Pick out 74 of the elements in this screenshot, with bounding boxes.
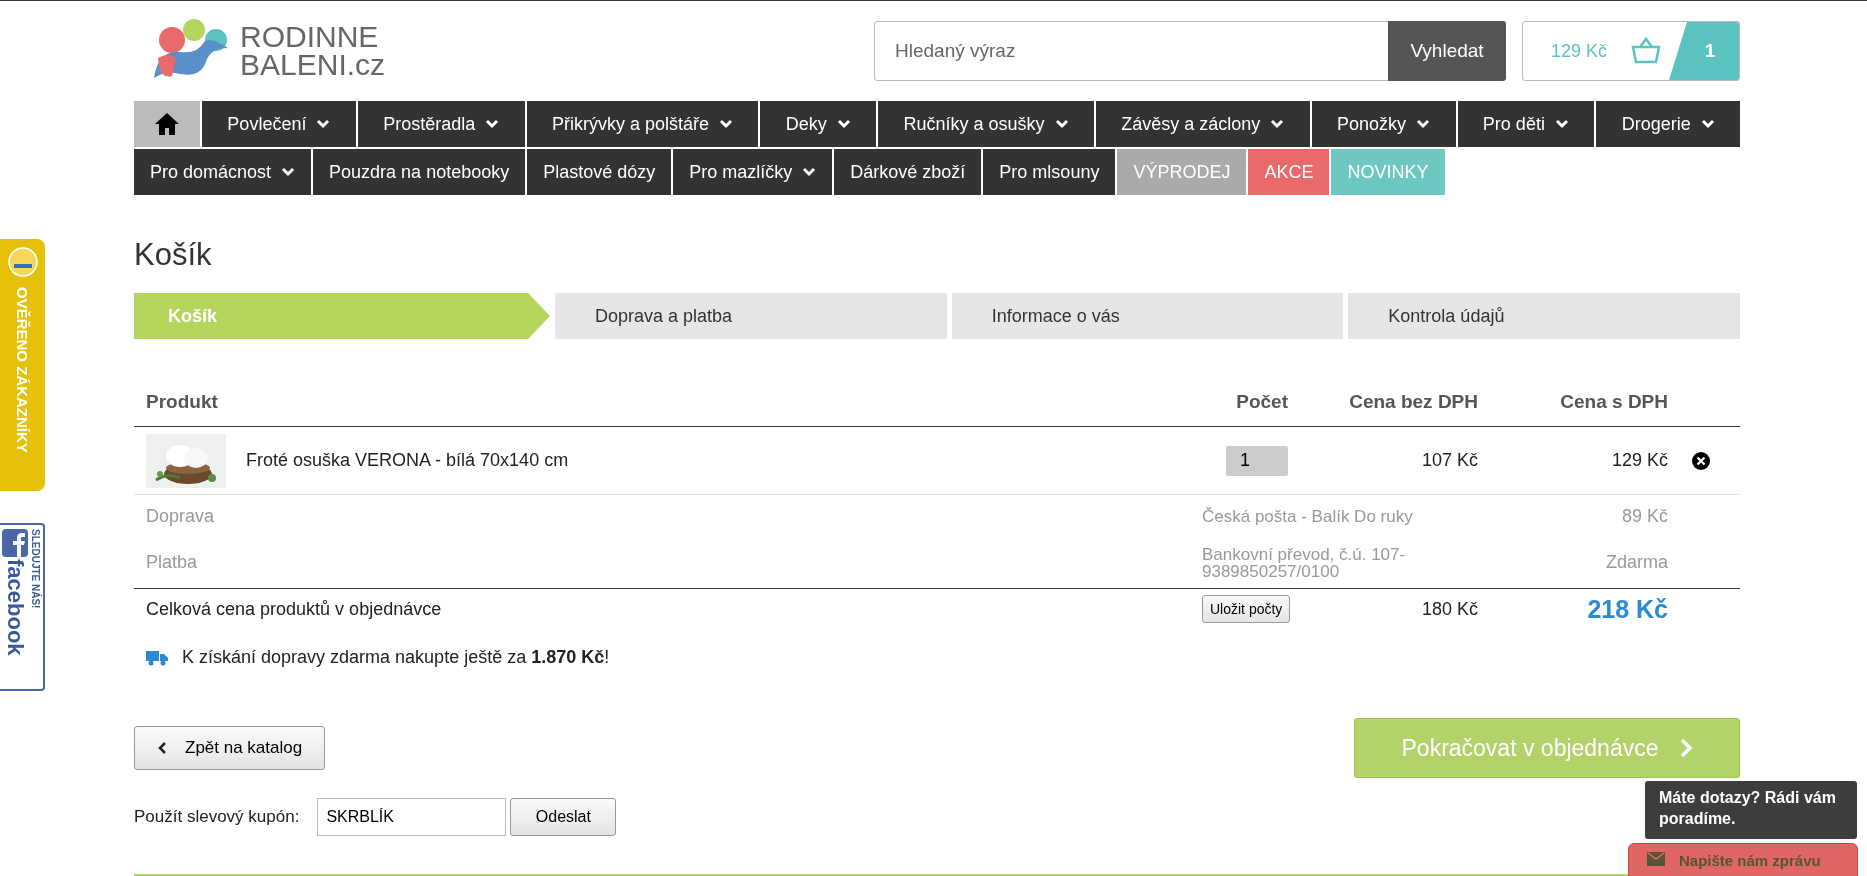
badge-text: facebook: [4, 559, 26, 656]
chevron-left-icon: [157, 741, 167, 755]
column-header: Cena bez DPH: [1300, 377, 1490, 427]
nav-link[interactable]: Plastové dózy: [527, 149, 672, 195]
chevron-down-icon: [1416, 119, 1431, 129]
back-button[interactable]: Zpět na katalog: [134, 726, 326, 770]
nav-link[interactable]: Pro děti: [1457, 101, 1595, 147]
chevron-down-icon: [1700, 119, 1715, 129]
nav-link[interactable]: Pouzdra na notebooky: [313, 149, 526, 195]
submit-coupon-button[interactable]: Odeslat: [510, 798, 617, 836]
price-gross: 129 Kč: [1611, 450, 1668, 471]
coupon-label: Použít slevový kupón:: [134, 807, 300, 827]
chevron-down-icon: [1270, 119, 1285, 129]
chevron-down-icon: [1054, 119, 1069, 129]
chevron-down-icon: [281, 167, 296, 177]
search-button[interactable]: Vyhledat: [1388, 21, 1506, 81]
nav-link[interactable]: Ponožky: [1311, 101, 1456, 147]
save-quantities-button[interactable]: Uložit počty: [1202, 595, 1291, 623]
facebook-icon: [2, 529, 28, 557]
summary-price: 89 Kč: [1621, 505, 1668, 527]
chevron-right-icon: [1678, 737, 1693, 759]
badge-text: SLEDUJTE NÁS!: [30, 529, 40, 609]
chevron-down-icon: [836, 119, 851, 129]
badge-text: OVĚŘENO ZÁKAZNÍKY: [15, 287, 30, 453]
summary-label: Platba: [146, 552, 198, 573]
summary-value: Bankovní převod, č.ú. 107-9389850257/0100: [1202, 545, 1407, 580]
total-label: Celková cena produktů v objednávce: [146, 598, 442, 620]
chat-tooltip: Máte dotazy? Rádi vám poradíme.: [1645, 781, 1857, 839]
seal-icon: [7, 247, 38, 277]
summary-value: Česká pošta - Balík Do ruky: [1202, 507, 1413, 525]
cart-total: 129 Kč: [1551, 40, 1608, 62]
chevron-down-icon: [1554, 119, 1569, 129]
nav-link[interactable]: Povlečení: [202, 101, 356, 147]
home-icon: [154, 112, 180, 136]
nav-link[interactable]: Deky: [760, 101, 877, 147]
checkout-step[interactable]: Informace o vás: [951, 293, 1344, 339]
basket-icon: [1631, 37, 1662, 65]
mail-icon: [1647, 852, 1665, 866]
home-tab[interactable]: [134, 101, 200, 147]
chevron-down-icon: [316, 119, 331, 129]
nav-link[interactable]: Prostěradla: [357, 101, 525, 147]
chevron-down-icon: [719, 119, 733, 129]
chevron-down-icon: [485, 119, 500, 129]
nav-link[interactable]: Drogerie: [1596, 101, 1741, 147]
page-title: Košík: [134, 237, 213, 273]
logo-text: RODINNE: [240, 22, 380, 51]
checkout-step[interactable]: Kontrola údajů: [1348, 293, 1740, 339]
column-header: Cena s DPH: [1490, 377, 1680, 427]
nav-link[interactable]: Závěsy a záclony: [1095, 101, 1310, 147]
facebook-badge[interactable]: facebook SLEDUJTE NÁS!: [0, 523, 45, 691]
remove-icon[interactable]: [1692, 451, 1710, 470]
logo-text: BALENI.cz: [240, 51, 386, 80]
column-header: Počet: [1190, 377, 1300, 427]
nav-link[interactable]: Pro mlsouny: [983, 149, 1116, 195]
summary-price: Zdarma: [1606, 552, 1668, 573]
total-net: 180 Kč: [1421, 598, 1478, 620]
quantity-field[interactable]: 1: [1226, 445, 1288, 476]
nav-link[interactable]: Pro mazlíčky: [673, 149, 833, 195]
nav-link[interactable]: Dárkové zboží: [834, 149, 982, 195]
coupon-field[interactable]: SKRBLÍK: [317, 798, 507, 836]
nav-link[interactable]: Ručníky a osušky: [878, 101, 1094, 147]
checkout-step[interactable]: Doprava a platba: [555, 293, 947, 339]
chevron-down-icon: [802, 167, 817, 177]
product-name[interactable]: Froté osuška VERONA - bílá 70x140 cm: [246, 450, 569, 471]
truck-icon: [146, 649, 168, 666]
nav-link[interactable]: Přikrývky a polštáře: [526, 101, 759, 147]
column-header: Produkt: [134, 377, 1190, 427]
free-shipping-note: K získání dopravy zdarma nakupte ještě za 1.870 Kč!: [182, 647, 610, 668]
cart-count: 1: [1669, 22, 1739, 80]
summary-label: Doprava: [146, 505, 215, 527]
total-gross: 218 Kč: [1587, 594, 1668, 624]
search-field[interactable]: Hledaný výraz: [874, 21, 1388, 81]
price-net: 107 Kč: [1421, 450, 1478, 471]
nav-link[interactable]: Pro domácnost: [134, 149, 312, 195]
